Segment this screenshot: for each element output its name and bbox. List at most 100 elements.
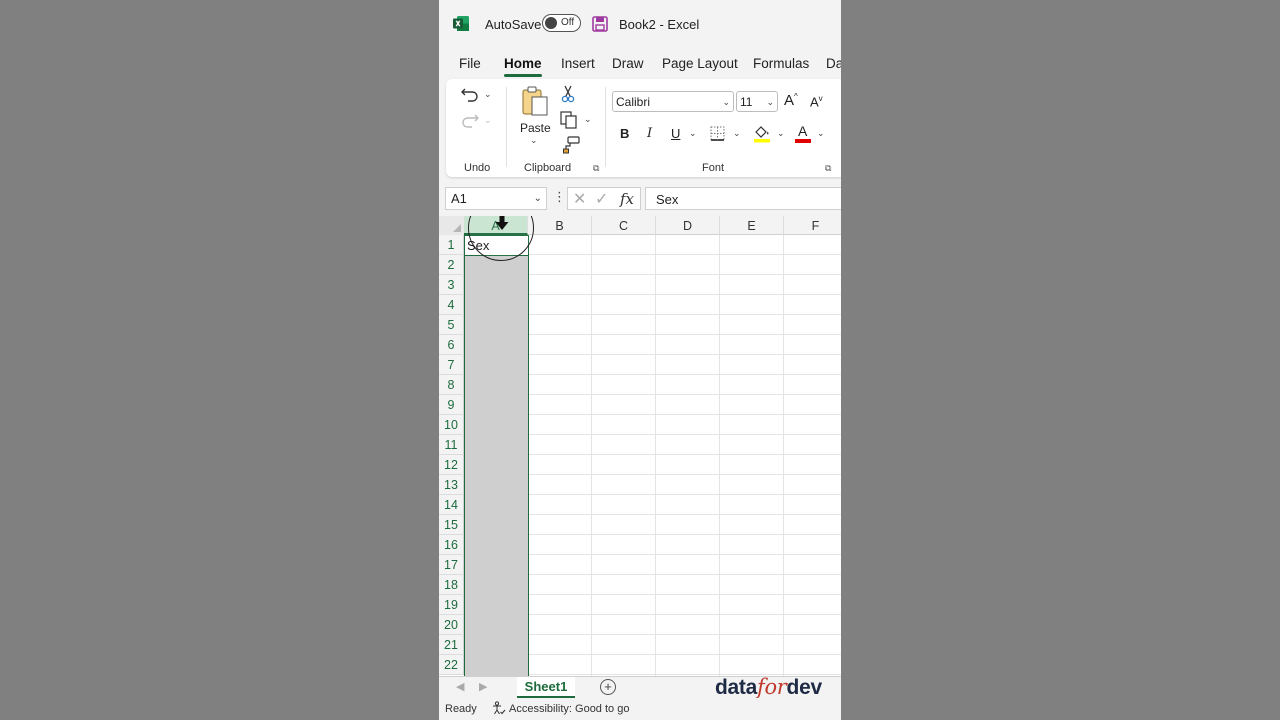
row-header-6[interactable]: 6 <box>439 335 464 355</box>
row-header-7[interactable]: 7 <box>439 355 464 375</box>
tab-data[interactable]: Da <box>826 56 841 71</box>
row-header-2[interactable]: 2 <box>439 255 464 275</box>
paste-dropdown-icon[interactable]: ⌄ <box>530 135 538 146</box>
fill-color-dropdown-icon[interactable]: ⌄ <box>777 128 785 139</box>
tab-formulas[interactable]: Formulas <box>753 56 809 71</box>
column-select-cursor-icon <box>495 216 509 230</box>
row-header-10[interactable]: 10 <box>439 415 464 435</box>
save-icon[interactable] <box>592 16 608 32</box>
underline-dropdown-icon[interactable]: ⌄ <box>689 128 697 139</box>
column-header-c[interactable]: C <box>592 216 656 235</box>
clipboard-group-label: Clipboard <box>524 162 572 174</box>
undo-dropdown-icon[interactable]: ⌄ <box>484 89 492 100</box>
tab-file[interactable]: File <box>459 56 481 71</box>
chevron-down-icon: ⌄ <box>766 97 774 107</box>
row-header-3[interactable]: 3 <box>439 275 464 295</box>
chevron-right-icon[interactable]: ▶ <box>479 680 487 693</box>
row-header-18[interactable]: 18 <box>439 575 464 595</box>
undo-icon[interactable] <box>460 85 480 103</box>
tab-page-layout[interactable]: Page Layout <box>662 56 738 71</box>
document-title: Book2 - Excel <box>619 17 700 32</box>
font-size-combo[interactable]: 11 ⌄ <box>736 91 778 112</box>
name-box-value: A1 <box>451 191 467 206</box>
chevron-down-icon: ⌄ <box>722 97 730 107</box>
row-header-11[interactable]: 11 <box>439 435 464 455</box>
status-bar: Ready Accessibility: Good to go <box>439 698 841 720</box>
accessibility-icon[interactable] <box>492 701 506 715</box>
toggle-knob <box>545 17 557 29</box>
row-header-22[interactable]: 22 <box>439 655 464 675</box>
tab-draw[interactable]: Draw <box>612 56 644 71</box>
name-box[interactable]: A1 ⌄ <box>445 187 547 210</box>
row-header-19[interactable]: 19 <box>439 595 464 615</box>
row-header-8[interactable]: 8 <box>439 375 464 395</box>
brand-right: dev <box>786 676 823 699</box>
font-name-value: Calibri <box>616 95 651 109</box>
grow-font-button[interactable]: A^ <box>784 92 798 109</box>
italic-button[interactable]: I <box>647 126 652 141</box>
cancel-icon[interactable]: ✕ <box>573 189 586 209</box>
column-header-d[interactable]: D <box>656 216 720 235</box>
paste-icon[interactable] <box>520 85 550 117</box>
chevron-left-icon[interactable]: ◀ <box>456 680 464 693</box>
tab-home[interactable]: Home <box>504 56 542 77</box>
row-header-15[interactable]: 15 <box>439 515 464 535</box>
select-all-corner[interactable] <box>439 216 464 235</box>
gridline <box>591 235 592 676</box>
column-header-e[interactable]: E <box>720 216 784 235</box>
worksheet-grid[interactable]: ABCDEF Sex 1 2 3 4 5 6 7 8 9 10 11 12 13 14 15 16 17 18 19… <box>439 216 841 676</box>
copy-dropdown-icon[interactable]: ⌄ <box>584 114 592 125</box>
shrink-font-button[interactable]: Av <box>810 94 823 109</box>
font-color-button[interactable]: A <box>795 123 813 143</box>
bold-button[interactable]: B <box>620 126 629 141</box>
selected-column-highlight <box>464 235 528 676</box>
separator <box>506 87 507 167</box>
redo-dropdown-icon[interactable]: ⌄ <box>484 115 492 126</box>
redo-icon[interactable] <box>460 111 480 129</box>
grow-font-icon: A <box>784 92 795 109</box>
formula-input[interactable]: Sex <box>645 187 841 210</box>
accessibility-status[interactable]: Accessibility: Good to go <box>509 703 629 715</box>
font-group-label: Font <box>702 162 725 174</box>
row-header-5[interactable]: 5 <box>439 315 464 335</box>
format-painter-icon[interactable] <box>562 136 580 154</box>
font-name-combo[interactable]: Calibri ⌄ <box>612 91 734 112</box>
insert-function-icon[interactable]: fx <box>620 190 634 208</box>
row-header-20[interactable]: 20 <box>439 615 464 635</box>
cut-icon[interactable] <box>560 85 576 103</box>
borders-icon[interactable] <box>710 126 725 141</box>
selection-border <box>528 235 529 676</box>
sheet-tab-bar: ◀ ▶ Sheet1 + datafordev <box>439 675 841 699</box>
row-header-13[interactable]: 13 <box>439 475 464 495</box>
gridline <box>783 235 784 676</box>
font-color-dropdown-icon[interactable]: ⌄ <box>817 128 825 139</box>
add-sheet-icon[interactable]: + <box>600 679 616 695</box>
more-options-icon[interactable]: ⋮ <box>553 189 566 205</box>
row-header-9[interactable]: 9 <box>439 395 464 415</box>
copy-icon[interactable] <box>560 111 578 129</box>
fill-color-icon[interactable] <box>753 124 771 143</box>
paste-label[interactable]: Paste <box>520 121 551 135</box>
row-header-12[interactable]: 12 <box>439 455 464 475</box>
autosave-toggle[interactable]: Off <box>542 14 581 32</box>
sheet-tab-sheet1[interactable]: Sheet1 <box>517 677 575 698</box>
font-launcher-icon[interactable]: ⧉ <box>825 163 831 174</box>
underline-button[interactable]: U <box>671 126 680 141</box>
row-header-1[interactable]: 1 <box>439 235 464 255</box>
row-header-16[interactable]: 16 <box>439 535 464 555</box>
row-header-21[interactable]: 21 <box>439 635 464 655</box>
enter-icon[interactable]: ✓ <box>595 189 608 209</box>
gridline <box>655 235 656 676</box>
row-header-17[interactable]: 17 <box>439 555 464 575</box>
font-color-swatch <box>795 139 811 143</box>
borders-dropdown-icon[interactable]: ⌄ <box>733 128 741 139</box>
shrink-font-icon: A <box>810 94 819 110</box>
column-header-b[interactable]: B <box>528 216 592 235</box>
font-color-icon: A <box>798 123 808 139</box>
row-header-14[interactable]: 14 <box>439 495 464 515</box>
column-header-f[interactable]: F <box>784 216 841 235</box>
clipboard-launcher-icon[interactable]: ⧉ <box>593 163 599 174</box>
tab-insert[interactable]: Insert <box>561 56 595 71</box>
row-header-4[interactable]: 4 <box>439 295 464 315</box>
ribbon-tabs: File Home Insert Draw Page Layout Formul… <box>439 52 841 78</box>
